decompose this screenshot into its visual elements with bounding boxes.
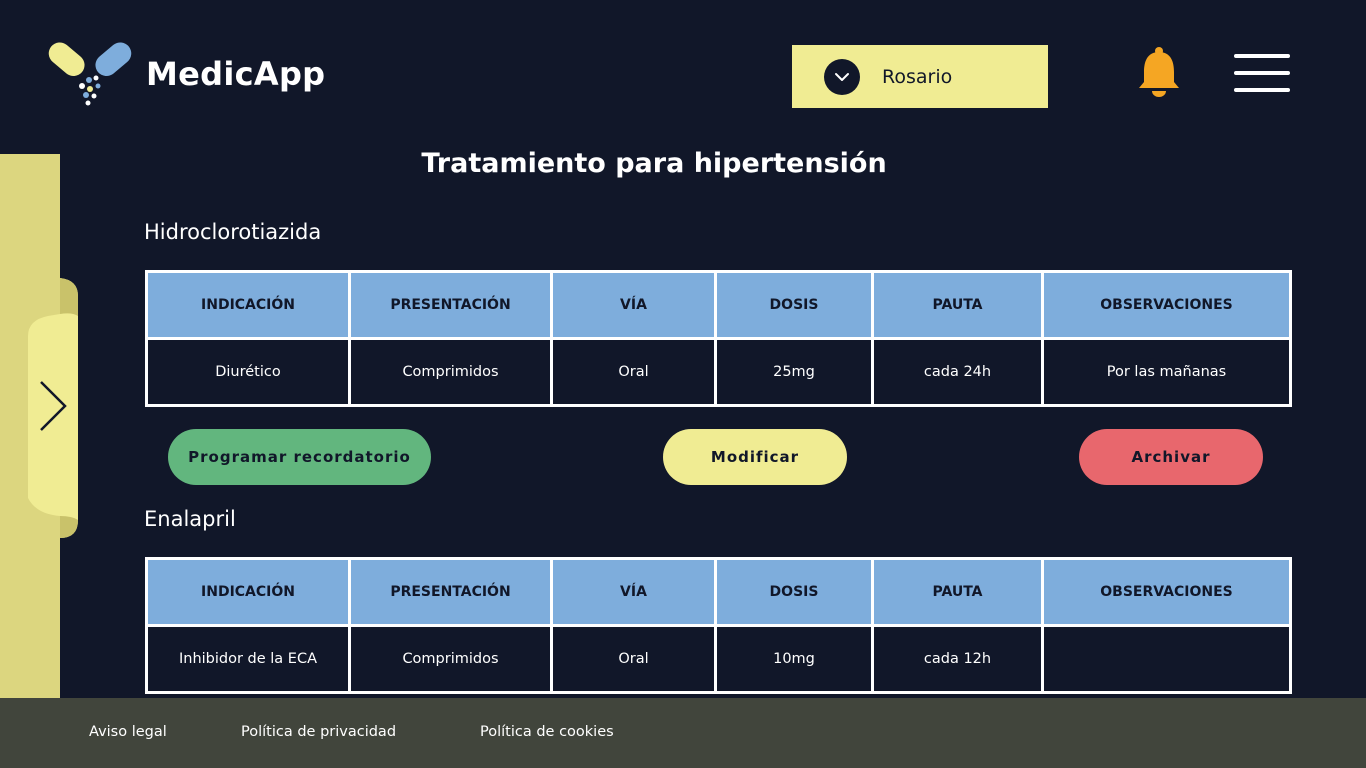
column-header: DOSIS — [714, 270, 874, 340]
page-title: Tratamiento para hipertensión — [421, 148, 887, 179]
table-cell: 10mg — [714, 624, 874, 694]
column-header: VÍA — [550, 557, 717, 627]
table-row: Diurético Comprimidos Oral 25mg cada 24h… — [145, 337, 1292, 407]
column-header: DOSIS — [714, 557, 874, 627]
column-header: PAUTA — [871, 557, 1044, 627]
table-cell: Oral — [550, 337, 717, 407]
app-logo[interactable]: MedicApp — [44, 40, 325, 108]
footer: Aviso legal Política de privacidad Polít… — [0, 698, 1366, 768]
table-cell: Comprimidos — [348, 624, 553, 694]
medication-table: INDICACIÓN PRESENTACIÓN VÍA DOSIS PAUTA … — [145, 270, 1292, 407]
bell-icon[interactable] — [1137, 46, 1181, 102]
user-dropdown[interactable]: Rosario — [792, 45, 1048, 108]
table-cell: cada 12h — [871, 624, 1044, 694]
column-header: PRESENTACIÓN — [348, 557, 553, 627]
column-header: PRESENTACIÓN — [348, 270, 553, 340]
table-cell — [1041, 624, 1292, 694]
column-header: PAUTA — [871, 270, 1044, 340]
table-header-row: INDICACIÓN PRESENTACIÓN VÍA DOSIS PAUTA … — [145, 270, 1292, 340]
column-header: OBSERVACIONES — [1041, 270, 1292, 340]
drawer-toggle-button[interactable] — [24, 276, 82, 544]
modify-button[interactable]: Modificar — [663, 429, 847, 485]
medication-table: INDICACIÓN PRESENTACIÓN VÍA DOSIS PAUTA … — [145, 557, 1292, 694]
table-row: Inhibidor de la ECA Comprimidos Oral 10m… — [145, 624, 1292, 694]
privacy-policy-link[interactable]: Política de privacidad — [241, 724, 396, 740]
user-name: Rosario — [882, 65, 953, 88]
medication-name: Enalapril — [144, 507, 236, 531]
table-cell: Inhibidor de la ECA — [145, 624, 351, 694]
chevron-down-icon — [824, 58, 860, 95]
app-name: MedicApp — [146, 55, 326, 93]
schedule-reminder-button[interactable]: Programar recordatorio — [168, 429, 431, 485]
table-cell: Comprimidos — [348, 337, 553, 407]
column-header: INDICACIÓN — [145, 270, 351, 340]
table-cell: Por las mañanas — [1041, 337, 1292, 407]
pill-logo-icon — [48, 42, 132, 106]
column-header: OBSERVACIONES — [1041, 557, 1292, 627]
hamburger-menu-icon[interactable] — [1234, 54, 1290, 92]
archive-button[interactable]: Archivar — [1079, 429, 1263, 485]
cookie-policy-link[interactable]: Política de cookies — [480, 724, 614, 740]
table-header-row: INDICACIÓN PRESENTACIÓN VÍA DOSIS PAUTA … — [145, 557, 1292, 627]
medication-name: Hidroclorotiazida — [144, 220, 322, 244]
table-cell: 25mg — [714, 337, 874, 407]
legal-notice-link[interactable]: Aviso legal — [89, 724, 167, 740]
table-cell: Diurético — [145, 337, 351, 407]
table-cell: Oral — [550, 624, 717, 694]
column-header: INDICACIÓN — [145, 557, 351, 627]
table-cell: cada 24h — [871, 337, 1044, 407]
column-header: VÍA — [550, 270, 717, 340]
